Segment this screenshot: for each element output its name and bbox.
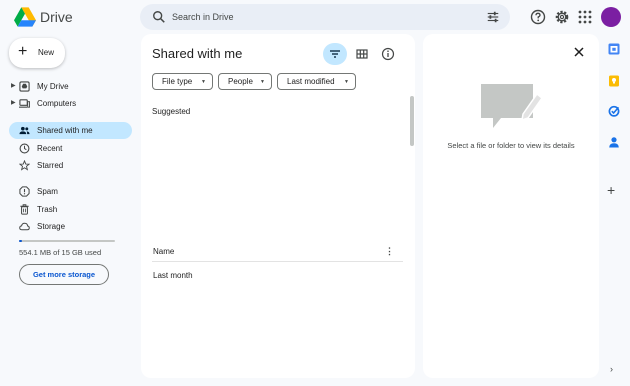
keep-icon[interactable]	[608, 75, 620, 87]
main-panel: Shared with me File type ▼ People ▼ Last…	[141, 34, 415, 378]
more-options-icon[interactable]: ⋮	[385, 246, 394, 257]
chip-label: File type	[162, 77, 193, 86]
chevron-down-icon: ▼	[201, 79, 206, 85]
sidebar-item-trash[interactable]: Trash	[9, 201, 132, 218]
group-heading: Last month	[153, 271, 193, 280]
plus-icon: +	[18, 43, 28, 60]
search-input[interactable]: Search in Drive	[172, 12, 234, 22]
details-illustration	[481, 84, 543, 128]
sidebar-item-starred[interactable]: Starred	[9, 157, 132, 174]
expand-caret-icon[interactable]: ▶	[11, 82, 16, 89]
add-app-button[interactable]: +	[607, 182, 615, 198]
sidebar-item-label: Computers	[37, 99, 77, 108]
tune-icon[interactable]	[486, 10, 500, 24]
sidebar-item-label: Spam	[37, 187, 58, 196]
storage-meter-fill	[19, 240, 22, 242]
my-drive-icon	[19, 81, 30, 92]
calendar-icon[interactable]	[608, 43, 620, 55]
drive-logo[interactable]	[14, 7, 36, 27]
sidebar-item-recent[interactable]: Recent	[9, 140, 132, 157]
computer-icon	[19, 99, 30, 108]
chip-label: People	[228, 77, 253, 86]
tasks-icon[interactable]	[608, 105, 620, 117]
file-type-filter[interactable]: File type ▼	[152, 73, 213, 90]
search-icon[interactable]	[152, 10, 166, 24]
help-icon[interactable]	[530, 9, 546, 25]
app-title: Drive	[40, 9, 73, 25]
sidebar-item-label: Starred	[37, 161, 64, 170]
expand-caret-icon[interactable]: ▶	[11, 99, 16, 106]
divider	[152, 261, 403, 262]
sidebar-item-shared-with-me[interactable]: Shared with me	[9, 122, 132, 139]
gear-icon[interactable]	[554, 9, 570, 25]
info-icon[interactable]	[381, 47, 395, 61]
sidebar-item-label: Recent	[37, 144, 63, 153]
cloud-icon	[19, 222, 30, 231]
chip-label: Last modified	[287, 77, 335, 86]
sidebar-item-computers[interactable]: ▶ Computers	[9, 95, 132, 112]
avatar[interactable]	[601, 7, 621, 27]
name-column-header[interactable]: Name	[153, 247, 174, 256]
search-bar[interactable]: Search in Drive	[140, 4, 510, 30]
page-title: Shared with me	[152, 46, 243, 61]
grid-view-icon[interactable]	[355, 47, 369, 61]
storage-used-text: 554.1 MB of 15 GB used	[19, 248, 102, 257]
spam-icon	[19, 186, 30, 197]
chevron-down-icon: ▼	[260, 79, 265, 85]
storage-meter	[19, 240, 115, 242]
star-icon	[19, 160, 30, 171]
sidebar-item-spam[interactable]: Spam	[9, 183, 132, 200]
clock-icon	[19, 143, 30, 154]
sidebar-item-label: Trash	[37, 205, 58, 214]
sidebar-item-label: Shared with me	[37, 126, 93, 135]
sidebar-item-label: Storage	[37, 222, 66, 231]
filter-icon	[330, 50, 340, 58]
filter-button[interactable]	[323, 43, 347, 65]
close-icon[interactable]	[573, 46, 585, 58]
people-filter[interactable]: People ▼	[218, 73, 272, 90]
sidebar-item-label: My Drive	[37, 82, 69, 91]
last-modified-filter[interactable]: Last modified ▼	[277, 73, 356, 90]
get-more-storage-label: Get more storage	[32, 270, 96, 279]
apps-grid-icon[interactable]	[577, 9, 593, 25]
get-more-storage-button[interactable]: Get more storage	[19, 264, 109, 285]
scrollbar-thumb[interactable]	[410, 96, 414, 146]
chevron-down-icon: ▼	[344, 79, 349, 85]
details-panel: Select a file or folder to view its deta…	[423, 34, 599, 378]
contacts-icon[interactable]	[608, 136, 620, 148]
new-button[interactable]: + New	[9, 38, 65, 68]
details-empty-text: Select a file or folder to view its deta…	[447, 141, 575, 150]
new-button-label: New	[38, 48, 55, 57]
suggested-heading: Suggested	[152, 107, 191, 116]
people-icon	[19, 126, 30, 135]
sidebar-item-my-drive[interactable]: ▶ My Drive	[9, 78, 132, 95]
trash-icon	[20, 204, 29, 215]
sidebar-item-storage[interactable]: Storage	[9, 218, 132, 235]
chevron-right-icon[interactable]: ›	[610, 364, 613, 374]
